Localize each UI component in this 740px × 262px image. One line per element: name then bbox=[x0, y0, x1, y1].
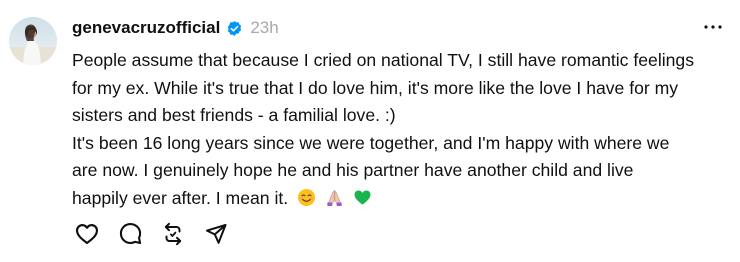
repost-icon bbox=[161, 222, 185, 251]
repost-button[interactable] bbox=[158, 221, 188, 251]
green-heart-emoji bbox=[353, 188, 372, 216]
verified-badge-icon bbox=[226, 20, 243, 37]
post-body: People assume that because I cried on na… bbox=[72, 47, 732, 213]
heart-icon bbox=[74, 221, 100, 252]
send-icon bbox=[204, 222, 228, 251]
post-timestamp: 23h bbox=[250, 18, 279, 37]
share-button[interactable] bbox=[201, 221, 231, 251]
post-text-line: are now. I genuinely hope he and his par… bbox=[72, 160, 634, 181]
avatar[interactable] bbox=[9, 17, 57, 65]
post-text-line: for my ex. While it's true that I do lov… bbox=[72, 77, 679, 98]
reply-button[interactable] bbox=[115, 221, 145, 251]
thread-post: genevacruzofficial 23h People assume tha… bbox=[0, 0, 740, 262]
post-text-line: People assume that because I cried on na… bbox=[72, 50, 695, 70]
post-actions bbox=[72, 221, 244, 251]
comment-icon bbox=[118, 221, 143, 251]
folded-hands-emoji bbox=[325, 188, 344, 216]
post-text-line: sisters and best friends - a familial lo… bbox=[72, 105, 396, 126]
post-text-line: It's been 16 long years since we were to… bbox=[72, 132, 670, 153]
like-button[interactable] bbox=[72, 221, 102, 251]
more-options-icon[interactable] bbox=[702, 20, 724, 34]
post-header: genevacruzofficial 23h bbox=[72, 15, 279, 41]
post-text: happily ever after. I mean it. bbox=[72, 187, 289, 208]
username[interactable]: genevacruzofficial bbox=[72, 18, 220, 38]
post-text-line-last: happily ever after. I mean it. bbox=[72, 185, 732, 213]
smiling-face-emoji bbox=[297, 188, 316, 216]
